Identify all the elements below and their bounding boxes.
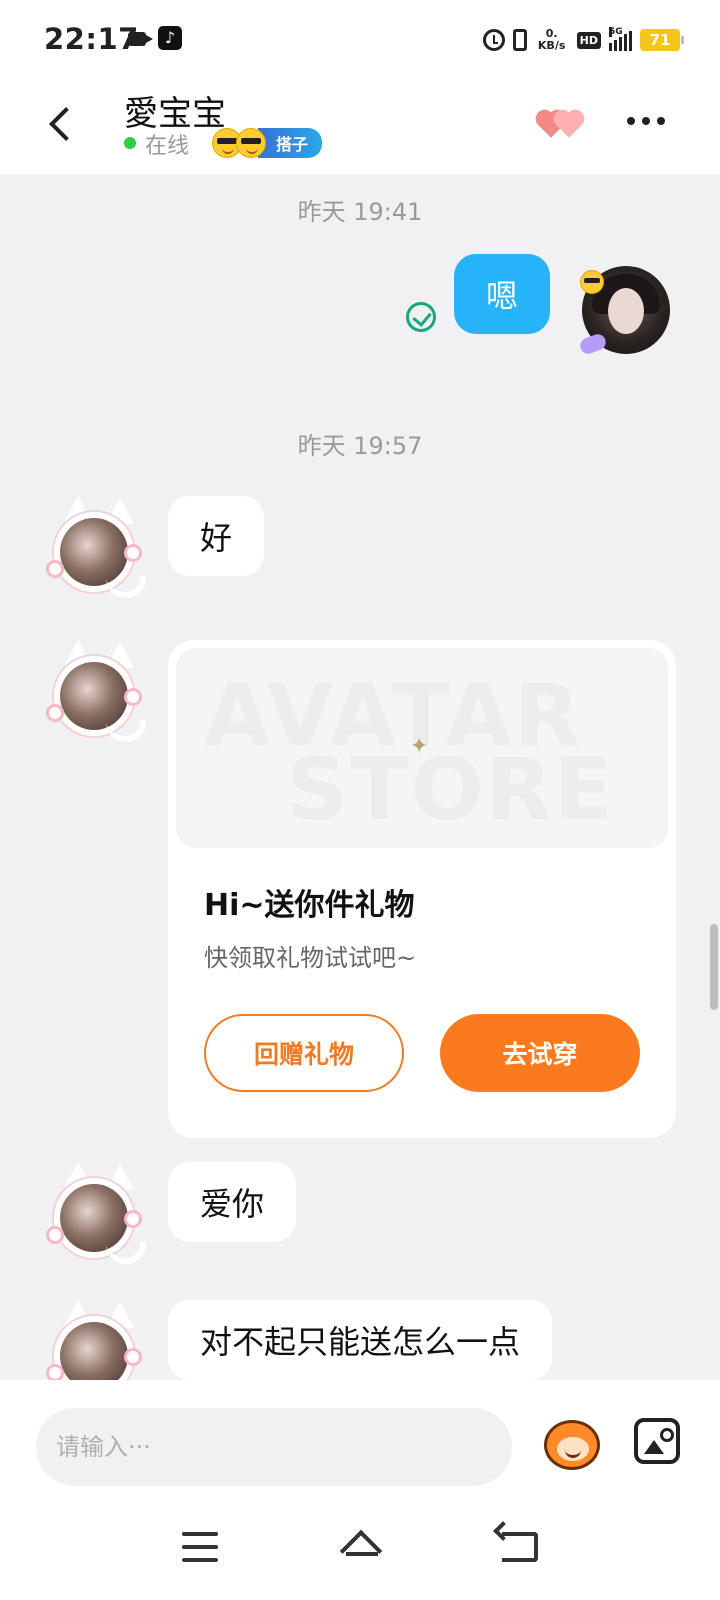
home-icon[interactable]: [340, 1526, 384, 1566]
system-nav-bar: [0, 1500, 720, 1600]
network-type: 5G: [609, 27, 623, 37]
gem-icon: [578, 332, 608, 356]
more-dots-icon[interactable]: [624, 108, 668, 134]
mascot-emoji-icon[interactable]: [540, 1412, 602, 1474]
sent-message[interactable]: 嗯: [454, 254, 550, 334]
image-icon[interactable]: [634, 1418, 680, 1464]
return-gift-button[interactable]: 回赠礼物: [204, 1014, 404, 1092]
banner-text: STORE: [286, 740, 615, 840]
status-time: 22:17: [44, 22, 139, 56]
camera-icon: [128, 32, 153, 46]
online-status: 在线: [145, 134, 190, 159]
contact-avatar[interactable]: [46, 640, 146, 748]
badge-emojis: [212, 128, 266, 158]
signal-icon: 5G: [609, 27, 632, 51]
partner-badge[interactable]: 搭子: [212, 128, 323, 158]
hd-icon: HD: [576, 31, 601, 49]
chat-header: 愛宝宝 在线 搭子: [0, 80, 720, 174]
chevron-left-icon[interactable]: [40, 102, 84, 146]
chat-messages[interactable]: 昨天 19:41 嗯 昨天 19:57 好 AVATAR STORE ✦ Hi~…: [0, 174, 720, 1380]
gift-card[interactable]: AVATAR STORE ✦ Hi~送你件礼物 快领取礼物试试吧~ 回赠礼物 去…: [168, 640, 676, 1138]
input-bar: [0, 1380, 720, 1500]
contact-avatar[interactable]: [46, 1162, 146, 1270]
received-message[interactable]: 好: [168, 496, 265, 576]
net-speed: 0. KB/s: [535, 28, 569, 52]
received-message[interactable]: 爱你: [168, 1162, 297, 1242]
status-indicators: 0. KB/s HD 5G 71: [482, 24, 684, 56]
badge-label: 搭子: [258, 128, 323, 158]
avatar-face: [608, 288, 644, 334]
my-avatar[interactable]: [578, 266, 670, 356]
sparkle-icon: ✦: [410, 734, 429, 759]
star-eyes-emoji-icon: [236, 128, 266, 158]
tiktok-icon: ♪: [158, 26, 182, 50]
menu-icon[interactable]: [182, 1532, 218, 1562]
back-icon[interactable]: [502, 1532, 538, 1562]
message-input[interactable]: [36, 1408, 512, 1486]
message-timestamp: 昨天 19:57: [297, 432, 423, 460]
status-bar: 22:17 ♪ 0. KB/s HD 5G 71: [0, 0, 720, 80]
alarm-icon: [482, 29, 505, 51]
gift-subtitle: 快领取礼物试试吧~: [204, 944, 417, 972]
message-timestamp: 昨天 19:41: [297, 198, 423, 226]
hearts-icon[interactable]: [534, 104, 588, 140]
heart-shape: [556, 112, 582, 138]
try-on-button[interactable]: 去试穿: [440, 1014, 640, 1092]
vibrate-icon: [512, 29, 527, 51]
check-circle-icon: [406, 302, 436, 332]
sunglasses-emoji-icon: [580, 270, 604, 294]
battery-icon: 71: [640, 29, 684, 51]
received-message[interactable]: 对不起只能送怎么一点: [168, 1300, 553, 1380]
gift-title: Hi~送你件礼物: [204, 888, 415, 923]
scrollbar[interactable]: [710, 924, 718, 1010]
net-speed-unit: KB/s: [537, 39, 566, 52]
contact-avatar[interactable]: [46, 496, 146, 604]
gift-banner: AVATAR STORE ✦: [176, 648, 668, 848]
online-dot: [124, 137, 136, 149]
contact-avatar[interactable]: [46, 1300, 146, 1380]
